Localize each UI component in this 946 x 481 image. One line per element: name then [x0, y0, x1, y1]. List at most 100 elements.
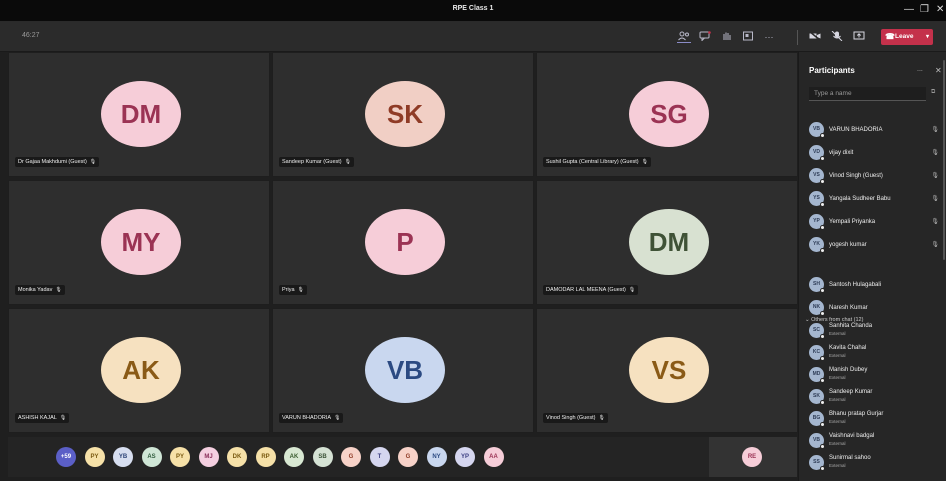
overflow-avatar[interactable]: AK	[284, 447, 304, 467]
participant-name: Kavita Chahal	[829, 345, 867, 351]
chat-icon[interactable]	[698, 31, 712, 43]
overflow-avatar[interactable]: YP	[455, 447, 475, 467]
participant-status: External	[829, 375, 846, 380]
participant-row[interactable]: VD vijay dixit 🎙︎	[809, 142, 945, 164]
overflow-avatar[interactable]: DK	[227, 447, 247, 467]
participant-name: yogesh kumar	[829, 242, 867, 248]
video-tile[interactable]: SK Sandeep Kumar (Guest) 🎙︎	[272, 52, 534, 177]
overflow-avatar[interactable]: SB	[312, 447, 333, 467]
participant-name: Bhanu pratap Gurjar	[829, 411, 884, 417]
video-tile[interactable]: MY Monika Yadav 🎙︎	[8, 180, 270, 305]
leave-button[interactable]: ☎ Leave ▾	[881, 29, 933, 45]
chevron-down-icon[interactable]: ▾	[926, 29, 929, 45]
participant-status: External	[829, 441, 846, 446]
participant-name: vijay dixit	[829, 150, 854, 156]
avatar: BG	[809, 411, 825, 427]
overflow-avatar[interactable]: PY	[170, 447, 190, 467]
minimize-button[interactable]: —	[904, 4, 914, 16]
participant-status: External	[829, 463, 846, 468]
avatar: AK	[101, 337, 181, 403]
mic-off-icon: 🎙︎	[931, 196, 939, 202]
participant-name: Sunirmal sahoo	[829, 455, 871, 461]
participant-name: Priya	[282, 287, 295, 293]
participant-name: Santosh Hulagabali	[829, 282, 882, 288]
more-options-icon[interactable]: ···	[762, 31, 776, 43]
more-icon[interactable]: ...	[917, 66, 923, 73]
camera-icon[interactable]	[808, 30, 822, 43]
participant-row[interactable]: MD Manish Dubey External	[809, 364, 945, 386]
overflow-avatar[interactable]: YB	[113, 447, 133, 467]
overflow-avatar[interactable]: AS	[141, 447, 162, 467]
overflow-avatar[interactable]: NY	[426, 447, 447, 467]
overflow-avatar[interactable]: AA	[483, 447, 504, 467]
mic-off-icon: 🎙︎	[334, 415, 341, 421]
meeting-timer: 46:27	[22, 32, 40, 39]
participant-row[interactable]: YP Yempali Priyanka 🎙︎	[809, 211, 945, 233]
video-tile[interactable]: DM DAMODAR LAL MEENA (Guest) 🎙︎	[536, 180, 798, 305]
share-screen-icon[interactable]	[852, 31, 866, 43]
overflow-avatar[interactable]: PY	[84, 447, 105, 467]
participant-row[interactable]: BG Bhanu pratap Gurjar External	[809, 408, 945, 430]
participant-row[interactable]: SK Sandeep Kumar External	[809, 386, 945, 408]
search-input[interactable]: Type a name	[809, 87, 926, 101]
mic-off-icon: 🎙︎	[931, 173, 939, 179]
presence-icon	[820, 179, 825, 184]
mic-icon[interactable]	[830, 30, 844, 43]
participant-row[interactable]: VB Vaishnavi badgal External	[809, 430, 945, 452]
close-panel-icon[interactable]: ✕	[935, 66, 942, 75]
presence-icon	[820, 156, 825, 161]
participant-name-tag: VARUN BHADORIA 🎙︎	[279, 413, 344, 423]
mic-off-icon: 🎙︎	[55, 287, 62, 293]
overflow-avatar[interactable]: MJ	[198, 447, 219, 467]
video-tile[interactable]: VS Vinod Singh (Guest) 🎙︎	[536, 308, 798, 433]
title-bar: RPE Class 1 — ❐ ✕	[0, 0, 946, 22]
participant-status: External	[829, 331, 846, 336]
video-tile[interactable]: AK ASHISH KAJAL 🎙︎	[8, 308, 270, 433]
more-participants-button[interactable]: +59	[56, 447, 76, 467]
participant-name: Vinod Singh (Guest)	[546, 415, 596, 421]
participant-row[interactable]: VB VARUN BHADORIA 🎙︎	[809, 119, 945, 141]
close-window-button[interactable]: ✕	[936, 4, 944, 16]
raise-hand-icon[interactable]	[720, 31, 734, 43]
avatar: P	[365, 209, 445, 275]
panel-scrollbar[interactable]	[943, 60, 945, 260]
participant-name: Monika Yadav	[18, 287, 53, 293]
participant-row[interactable]: SS Sunirmal sahoo External	[809, 452, 945, 474]
video-tile[interactable]: VB VARUN BHADORIA 🎙︎	[272, 308, 534, 433]
participant-name-tag: Sandeep Kumar (Guest) 🎙︎	[279, 157, 354, 167]
participant-row[interactable]: SC Sanhita Chanda External	[809, 320, 945, 342]
participant-status: External	[829, 419, 846, 424]
people-icon[interactable]	[677, 31, 691, 43]
presence-icon	[820, 400, 825, 405]
video-tile[interactable]: DM Dr Gajaa Makhdumi (Guest) 🎙︎	[8, 52, 270, 177]
overflow-avatar[interactable]: G	[341, 447, 361, 467]
phone-icon: ☎	[885, 32, 895, 41]
maximize-button[interactable]: ❐	[920, 4, 929, 16]
overflow-avatar[interactable]: T	[369, 447, 390, 467]
overflow-avatar[interactable]: G	[398, 447, 418, 467]
participant-name: Manish Dubey	[829, 367, 868, 373]
toolbar-divider	[797, 30, 798, 45]
video-grid: DM Dr Gajaa Makhdumi (Guest) 🎙︎ SK Sandeep K…	[8, 52, 798, 433]
leave-label: Leave	[895, 33, 914, 40]
mic-off-icon: 🎙︎	[931, 150, 939, 156]
participant-name-tag: ASHISH KAJAL 🎙︎	[15, 413, 70, 423]
participant-row[interactable]: VS Vinod Singh (Guest) 🎙︎	[809, 165, 945, 187]
participant-row[interactable]: KC Kavita Chahal External	[809, 342, 945, 364]
video-tile[interactable]: SG Sushil Gupta (Central Library) (Guest)…	[536, 52, 798, 177]
participant-row[interactable]: SH Santosh Hulagabali	[809, 274, 945, 296]
overflow-avatar[interactable]: RE	[742, 447, 762, 467]
overflow-avatar[interactable]: RP	[255, 447, 276, 467]
share-tray-icon[interactable]	[741, 31, 755, 43]
participant-status: External	[829, 353, 846, 358]
mic-off-icon: 🎙︎	[89, 159, 97, 165]
video-tile[interactable]: P Priya 🎙︎	[272, 180, 534, 305]
participant-row[interactable]: NK Naresh Kumar	[809, 297, 945, 319]
filter-icon[interactable]: ⧉	[931, 89, 935, 96]
mic-off-icon: 🎙︎	[931, 242, 939, 248]
avatar: VB	[809, 433, 825, 449]
participant-name-tag: Dr Gajaa Makhdumi (Guest) 🎙︎	[15, 157, 100, 167]
participant-row[interactable]: YS Yangala Sudheer Babu 🎙︎	[809, 188, 945, 210]
presence-icon	[820, 422, 825, 427]
participant-row[interactable]: YK yogesh kumar 🎙︎	[809, 234, 945, 256]
